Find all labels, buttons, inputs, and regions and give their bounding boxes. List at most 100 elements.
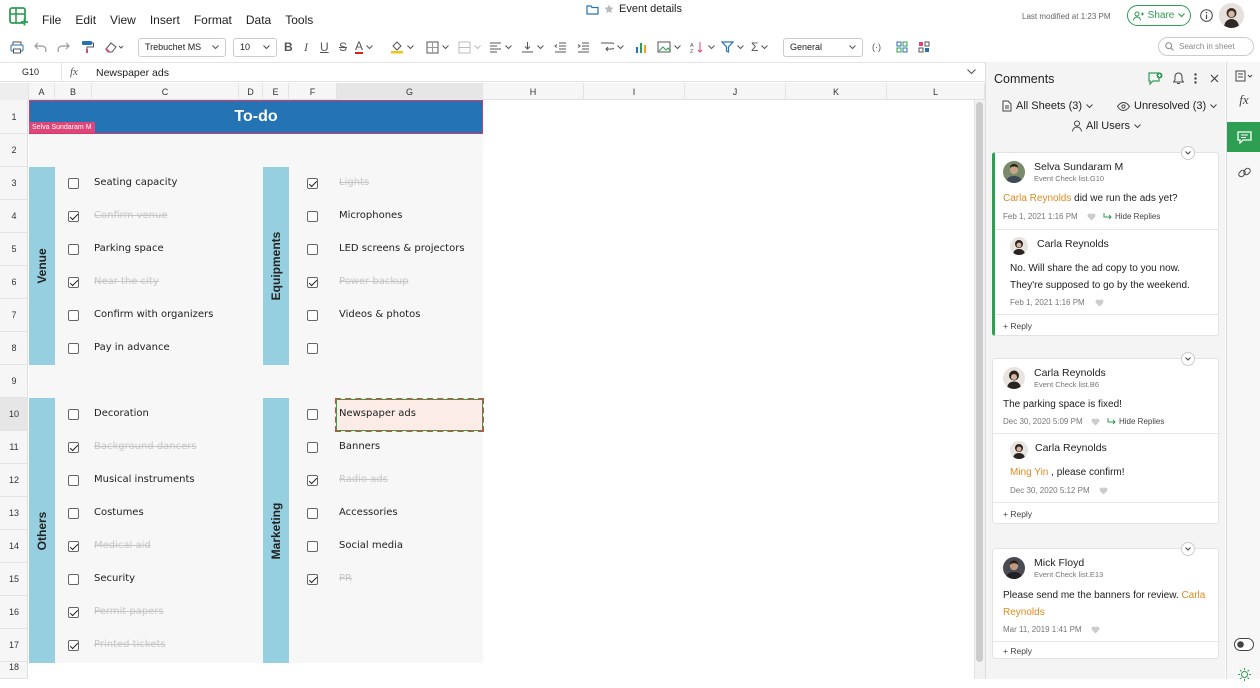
- mention[interactable]: Ming Yin: [1010, 467, 1048, 478]
- todo-banner[interactable]: To-do: [29, 100, 483, 134]
- hide-replies-link[interactable]: Hide Replies: [1103, 212, 1160, 221]
- close-icon[interactable]: [1210, 74, 1219, 83]
- row-header[interactable]: 17: [0, 629, 28, 662]
- task-checkbox[interactable]: [307, 508, 318, 519]
- row-header[interactable]: 14: [0, 530, 28, 563]
- text-wrap-button[interactable]: [600, 34, 624, 60]
- task-label[interactable]: Microphones: [339, 210, 402, 221]
- task-label[interactable]: Parking space: [94, 243, 164, 254]
- task-checkbox[interactable]: [307, 244, 318, 255]
- task-checkbox[interactable]: [68, 310, 79, 321]
- comments-panel-button[interactable]: [1227, 122, 1260, 152]
- task-label[interactable]: Musical instruments: [94, 474, 195, 485]
- font-color-button[interactable]: A: [355, 34, 373, 60]
- task-checkbox[interactable]: [307, 211, 318, 222]
- name-box[interactable]: G10: [0, 63, 62, 81]
- task-checkbox[interactable]: [68, 508, 79, 519]
- bold-button[interactable]: B: [284, 34, 293, 60]
- task-checkbox[interactable]: [307, 442, 318, 453]
- folder-icon[interactable]: [586, 4, 599, 15]
- row-header[interactable]: 5: [0, 233, 28, 266]
- row-header[interactable]: 10: [0, 398, 28, 431]
- scrollbar-thumb[interactable]: [976, 102, 983, 662]
- task-checkbox[interactable]: [307, 343, 318, 354]
- underline-button[interactable]: U: [320, 34, 329, 60]
- document-title-text[interactable]: Event details: [619, 3, 682, 15]
- column-header[interactable]: A: [29, 83, 55, 100]
- row-header[interactable]: 15: [0, 563, 28, 596]
- task-checkbox[interactable]: [68, 211, 79, 222]
- row-header[interactable]: 8: [0, 332, 28, 365]
- reply-button[interactable]: + Reply: [1003, 646, 1032, 656]
- link-panel-button[interactable]: [1227, 158, 1260, 186]
- column-header[interactable]: I: [584, 83, 685, 100]
- fill-color-button[interactable]: [390, 34, 414, 60]
- column-header[interactable]: G: [337, 83, 483, 100]
- row-header[interactable]: 3: [0, 167, 28, 200]
- function-icon[interactable]: (·): [872, 34, 881, 60]
- increase-indent-icon[interactable]: [577, 34, 590, 60]
- settings-sun-icon[interactable]: [1227, 660, 1260, 688]
- task-label[interactable]: Permit papers: [94, 606, 164, 617]
- data-validation-icon[interactable]: [918, 34, 930, 60]
- comment-cell-ref[interactable]: Event Check list.E13: [1034, 570, 1103, 579]
- task-label[interactable]: Videos & photos: [339, 309, 420, 320]
- like-heart-icon[interactable]: [1095, 299, 1104, 307]
- task-label[interactable]: Background dancers: [94, 441, 197, 452]
- sum-button[interactable]: Σ: [751, 34, 769, 60]
- task-label[interactable]: Lights: [339, 177, 369, 188]
- task-label[interactable]: Newspaper ads: [339, 408, 416, 419]
- select-all-corner[interactable]: [0, 83, 29, 100]
- menu-data[interactable]: Data: [246, 13, 271, 27]
- column-header[interactable]: H: [483, 83, 584, 100]
- thread-menu-chevron-icon[interactable]: [1181, 146, 1195, 160]
- align-button[interactable]: [489, 34, 512, 60]
- column-header[interactable]: C: [92, 83, 239, 100]
- task-checkbox[interactable]: [68, 277, 79, 288]
- task-checkbox[interactable]: [68, 475, 79, 486]
- row-header[interactable]: 9: [0, 365, 28, 398]
- task-checkbox[interactable]: [307, 310, 318, 321]
- vertical-align-button[interactable]: [521, 34, 544, 60]
- menu-format[interactable]: Format: [194, 13, 232, 27]
- row-header[interactable]: 11: [0, 431, 28, 464]
- decrease-indent-icon[interactable]: [554, 34, 567, 60]
- like-heart-icon[interactable]: [1091, 418, 1100, 426]
- formula-input[interactable]: Newspaper ads: [96, 67, 169, 79]
- filter-sheets[interactable]: All Sheets (3): [1002, 100, 1093, 112]
- column-header[interactable]: D: [239, 83, 263, 100]
- menu-view[interactable]: View: [110, 13, 136, 27]
- task-checkbox[interactable]: [68, 178, 79, 189]
- merge-cells-button[interactable]: [458, 34, 481, 60]
- menu-insert[interactable]: Insert: [150, 13, 180, 27]
- thread-menu-chevron-icon[interactable]: [1181, 352, 1195, 366]
- undo-icon[interactable]: [34, 34, 47, 60]
- thread-menu-chevron-icon[interactable]: [1181, 542, 1195, 556]
- row-header[interactable]: 18: [0, 662, 28, 679]
- task-checkbox[interactable]: [68, 442, 79, 453]
- share-button[interactable]: Share: [1127, 5, 1191, 26]
- column-header[interactable]: L: [887, 83, 985, 100]
- task-label[interactable]: LED screens & projectors: [339, 243, 465, 254]
- hide-replies-link[interactable]: Hide Replies: [1107, 417, 1164, 426]
- fx-icon[interactable]: fx: [70, 66, 78, 78]
- conditional-format-icon[interactable]: [896, 34, 908, 60]
- task-label[interactable]: Confirm with organizers: [94, 309, 213, 320]
- task-checkbox[interactable]: [307, 409, 318, 420]
- task-label[interactable]: Security: [94, 573, 135, 584]
- task-label[interactable]: Medical aid: [94, 540, 151, 551]
- function-panel-icon[interactable]: fx: [1227, 86, 1260, 114]
- font-size-select[interactable]: 10: [233, 37, 277, 57]
- insert-image-button[interactable]: [657, 34, 681, 60]
- italic-button[interactable]: I: [304, 34, 308, 60]
- task-checkbox[interactable]: [68, 244, 79, 255]
- task-checkbox[interactable]: [307, 178, 318, 189]
- task-label[interactable]: Power backup: [339, 276, 409, 287]
- font-family-select[interactable]: Trebuchet MS: [138, 37, 226, 57]
- menu-tools[interactable]: Tools: [285, 13, 313, 27]
- app-logo-icon[interactable]: [8, 6, 30, 28]
- borders-button[interactable]: [426, 34, 449, 60]
- row-header[interactable]: 12: [0, 464, 28, 497]
- column-header[interactable]: E: [263, 83, 289, 100]
- redo-icon[interactable]: [57, 34, 70, 60]
